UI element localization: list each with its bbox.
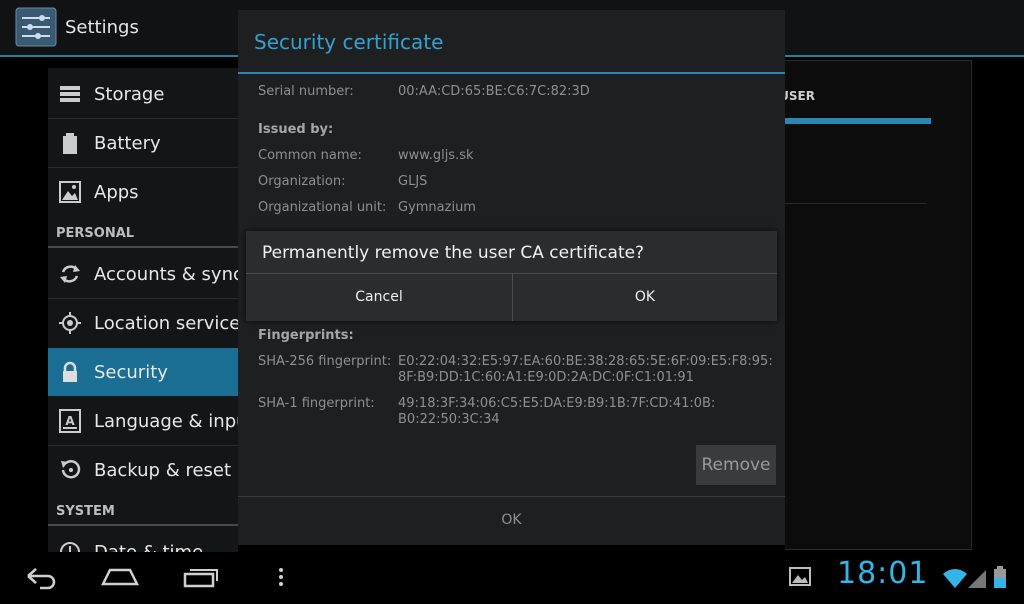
sidebar-item-date-time[interactable]: Date & time xyxy=(48,528,238,552)
confirm-message: Permanently remove the user CA certifica… xyxy=(262,243,645,263)
cancel-button[interactable]: Cancel xyxy=(246,274,512,321)
sha1-label: SHA-1 fingerprint: xyxy=(258,396,375,411)
sync-icon xyxy=(58,262,82,286)
sidebar-item-label: Date & time xyxy=(94,542,203,552)
battery-icon xyxy=(58,131,82,155)
sha1-value-line1: 49:18:3F:34:06:C5:E5:DA:E9:B9:1B:7F:CD:4… xyxy=(398,396,716,411)
common-name-value: www.gljs.sk xyxy=(398,148,474,163)
certificate-ok-button[interactable]: OK xyxy=(238,497,785,545)
organization-value: GLJS xyxy=(398,174,428,189)
sidebar-item-label: Storage xyxy=(94,84,165,105)
remove-certificate-confirm-dialog: Permanently remove the user CA certifica… xyxy=(246,231,777,321)
detail-panel xyxy=(785,60,972,550)
sidebar-item-security[interactable]: Security xyxy=(48,348,238,396)
sidebar-item-label: Security xyxy=(94,362,168,383)
sha256-value-line1: E0:22:04:32:E5:97:EA:60:BE:38:28:65:5E:6… xyxy=(398,354,773,369)
sidebar-item-label: Apps xyxy=(94,182,139,203)
common-name-label: Common name: xyxy=(258,148,362,163)
recent-apps-button[interactable] xyxy=(182,552,222,600)
tab-indicator xyxy=(785,118,931,124)
settings-sidebar: Storage Battery Apps PERSONAL Accounts &… xyxy=(48,68,238,552)
organizational-unit-label: Organizational unit: xyxy=(258,200,387,215)
menu-overflow-button[interactable] xyxy=(272,552,290,600)
sidebar-item-backup-reset[interactable]: Backup & reset xyxy=(48,446,238,494)
dialog-title: Security certificate xyxy=(254,30,444,54)
lock-icon xyxy=(58,360,82,384)
sidebar-item-label: Backup & reset xyxy=(94,460,232,481)
sidebar-item-apps[interactable]: Apps xyxy=(48,168,238,216)
section-header-system: SYSTEM xyxy=(56,504,115,519)
sha256-label: SHA-256 fingerprint: xyxy=(258,354,392,369)
sidebar-item-battery[interactable]: Battery xyxy=(48,119,238,167)
tab-user[interactable]: USER xyxy=(785,89,815,103)
clock-icon xyxy=(58,540,82,552)
fingerprints-heading: Fingerprints: xyxy=(258,328,354,343)
app-title: Settings xyxy=(65,17,139,38)
organizational-unit-value: Gymnazium xyxy=(398,200,476,215)
sidebar-item-language-input[interactable]: A Language & input xyxy=(48,397,238,445)
sidebar-item-label: Location services xyxy=(94,313,238,334)
signal-icon xyxy=(966,552,988,600)
status-clock: 18:01 xyxy=(837,556,929,591)
section-header-divider xyxy=(48,524,238,526)
location-icon xyxy=(58,311,82,335)
remove-button[interactable]: Remove xyxy=(696,445,776,485)
back-button[interactable] xyxy=(18,552,62,600)
section-header-personal: PERSONAL xyxy=(56,226,135,241)
serial-number-value: 00:AA:CD:65:BE:C6:7C:82:3D xyxy=(398,84,590,99)
dialog-title-divider xyxy=(238,72,785,74)
apps-icon xyxy=(58,180,82,204)
screenshot-notification-icon[interactable] xyxy=(788,552,812,600)
serial-number-label: Serial number: xyxy=(258,84,354,99)
sha256-value-line2: 8F:B9:DD:1C:60:A1:E9:0D:2A:DC:0F:C1:01:9… xyxy=(398,370,694,385)
sha1-value-line2: B0:22:50:3C:34 xyxy=(398,412,500,427)
sidebar-item-label: Accounts & sync xyxy=(94,264,238,285)
sidebar-item-storage[interactable]: Storage xyxy=(48,70,238,118)
section-header-divider xyxy=(48,246,238,248)
sidebar-item-label: Battery xyxy=(94,133,161,154)
ok-button[interactable]: OK xyxy=(513,274,777,321)
home-button[interactable] xyxy=(100,552,140,600)
issued-by-heading: Issued by: xyxy=(258,122,334,137)
battery-status-icon xyxy=(992,552,1008,600)
sidebar-item-accounts-sync[interactable]: Accounts & sync xyxy=(48,250,238,298)
list-divider xyxy=(785,203,926,204)
sidebar-item-label: Language & input xyxy=(94,411,238,432)
backup-icon xyxy=(58,458,82,482)
svg-text:A: A xyxy=(65,414,75,428)
sidebar-item-location-services[interactable]: Location services xyxy=(48,299,238,347)
language-icon: A xyxy=(58,409,82,433)
storage-icon xyxy=(58,82,82,106)
settings-app-icon[interactable] xyxy=(14,6,58,48)
organization-label: Organization: xyxy=(258,174,346,189)
